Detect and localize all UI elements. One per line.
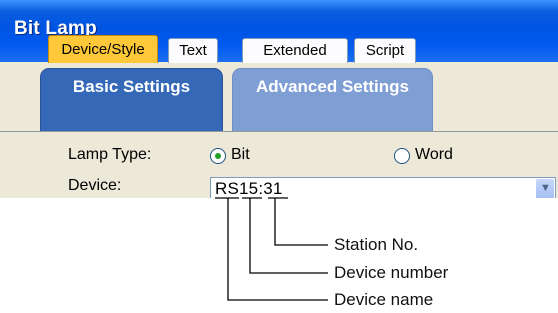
callout-station-no: Station No. (334, 235, 419, 254)
callout-device-name: Device name (334, 290, 434, 309)
callout-lines (215, 197, 328, 301)
leader-device-name (227, 198, 328, 301)
callout-device-number: Device number (334, 263, 449, 282)
leader-station-no (274, 198, 328, 246)
leader-device-number (249, 198, 328, 274)
